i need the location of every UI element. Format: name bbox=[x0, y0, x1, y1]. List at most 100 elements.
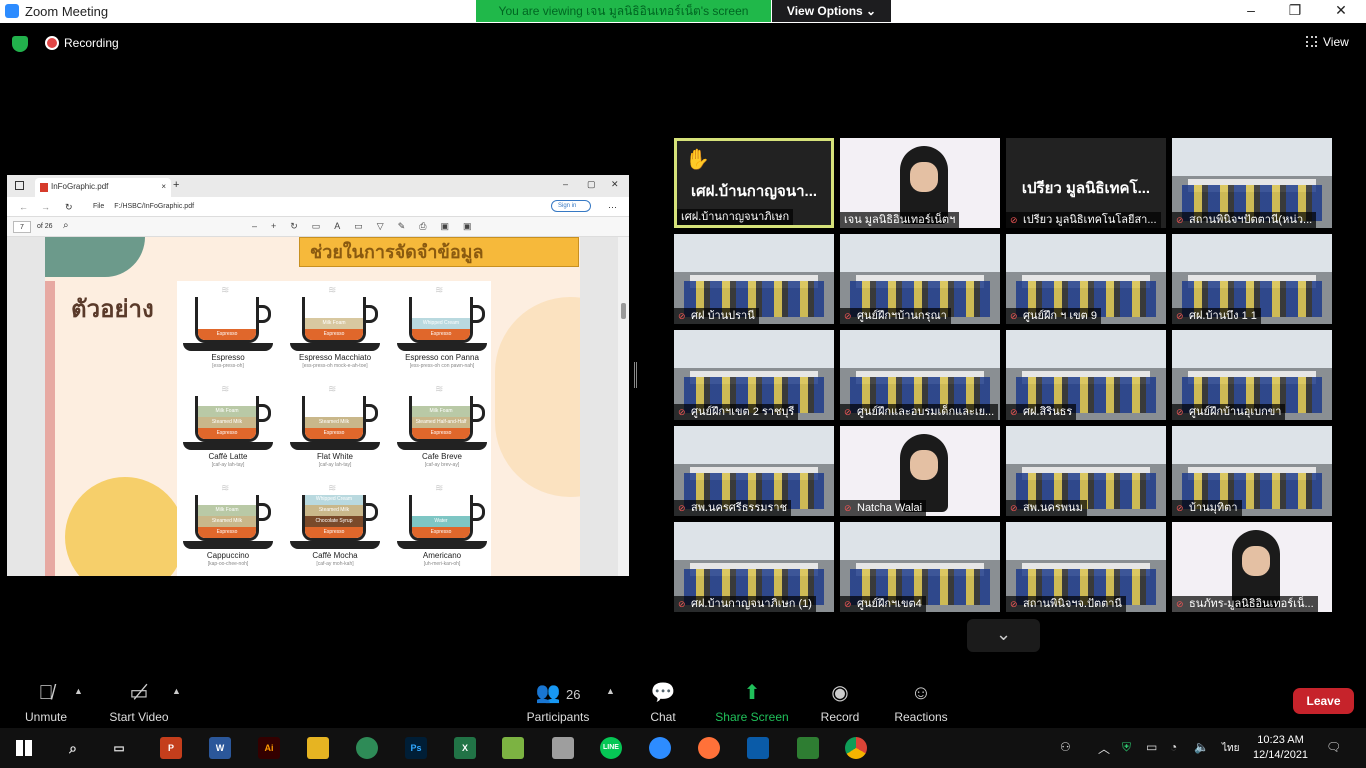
feedback-app-icon[interactable] bbox=[797, 737, 819, 759]
firefox-icon[interactable] bbox=[698, 737, 720, 759]
participant-name-label: ⊘ ศฝ บ้านปรานี bbox=[674, 308, 759, 324]
browser-close-button[interactable]: ✕ bbox=[611, 179, 619, 190]
cup-layer: Steamed Milk bbox=[198, 417, 256, 428]
participants-caret-icon[interactable]: ▲ bbox=[606, 686, 615, 696]
split-divider-handle[interactable] bbox=[634, 362, 637, 388]
notifications-icon[interactable]: 🗨 bbox=[1326, 740, 1341, 754]
forward-icon[interactable]: → bbox=[41, 202, 50, 212]
back-icon[interactable]: ← bbox=[19, 202, 28, 212]
cup-handle bbox=[257, 404, 271, 422]
excel-icon[interactable]: X bbox=[454, 737, 476, 759]
browser-minimize-button[interactable]: – bbox=[563, 179, 568, 189]
video-tile[interactable]: ⊘ ศูนย์ฝึกฯเขต4 bbox=[840, 522, 1000, 612]
pdf-tool-icons[interactable]: –+↻▭A▭▽✎⎙▣▣ bbox=[252, 221, 485, 232]
page-number-input[interactable]: 7 bbox=[13, 221, 31, 233]
audio-options-caret-icon[interactable]: ▲ bbox=[74, 686, 83, 696]
participant-name-label: ⊘ ศฝ.สิรินธร bbox=[1006, 404, 1077, 420]
chrome-icon[interactable] bbox=[845, 737, 867, 759]
refresh-icon[interactable]: ↻ bbox=[65, 202, 73, 213]
video-tile[interactable]: ⊘ สถานพินิจฯจ.ปัตตานี bbox=[1006, 522, 1166, 612]
browser-maximize-button[interactable]: ▢ bbox=[587, 179, 596, 190]
new-tab-button[interactable]: + bbox=[173, 179, 179, 191]
network-app-icon[interactable] bbox=[356, 737, 378, 759]
spreadsheet-app-icon[interactable] bbox=[502, 737, 524, 759]
reactions-button[interactable]: ☺ Reactions bbox=[892, 680, 950, 724]
cup-body: Milk Foam Steamed Milk Espresso bbox=[195, 396, 259, 442]
video-tile[interactable]: ⊘ ศูนย์ฝึกฯเขต 2 ราชบุรี bbox=[674, 330, 834, 420]
coffee-pronunciation: [ess-press-oh con pawn-nah] bbox=[409, 363, 475, 369]
shared-screen[interactable]: InFoGraphic.pdf × + – ▢ ✕ ← → ↻ File F:/H… bbox=[7, 175, 629, 576]
wifi-icon[interactable]: ◔ bbox=[1170, 740, 1177, 754]
illustrator-icon[interactable]: Ai bbox=[258, 737, 280, 759]
tab-close-icon[interactable]: × bbox=[161, 182, 166, 191]
video-tile[interactable]: ⊘ Natcha Walai bbox=[840, 426, 1000, 516]
recording-label[interactable]: Recording bbox=[64, 36, 119, 50]
battery-icon[interactable]: ▭ bbox=[1146, 740, 1157, 754]
video-tile[interactable]: เจน มูลนิธิอินเทอร์เน็ตฯ bbox=[840, 138, 1000, 228]
video-tile[interactable]: เศฝ.บ้านกาญจนา... ✋ เศฝ.บ้านกาญจนาภิเษก bbox=[674, 138, 834, 228]
input-language[interactable]: ไทย bbox=[1222, 741, 1239, 756]
search-icon[interactable]: ⌕ bbox=[63, 220, 69, 231]
video-tile[interactable]: ⊘ ศูนย์ฝึก ฯ เขต 9 bbox=[1006, 234, 1166, 324]
sign-in-button[interactable]: Sign in bbox=[551, 200, 592, 212]
video-tile[interactable]: ⊘ ศฝ บ้านปรานี bbox=[674, 234, 834, 324]
video-tile[interactable]: ⊘ สพ.นครพนม bbox=[1006, 426, 1166, 516]
windows-start-icon[interactable] bbox=[16, 740, 32, 756]
line-app-icon[interactable]: LINE bbox=[600, 737, 622, 759]
coffee-cup: ≋ Water Espresso Americano [uh-meri-kan-oh] bbox=[397, 483, 487, 576]
video-tile[interactable]: ⊘ ศฝ.บ้านบึง 1 1 bbox=[1172, 234, 1332, 324]
video-tile[interactable]: ⊘ สพ.นครศรีธรรมราช bbox=[674, 426, 834, 516]
view-button[interactable]: View bbox=[1306, 35, 1349, 49]
close-button[interactable]: ✕ bbox=[1326, 2, 1356, 20]
clock[interactable]: 10:23 AM 12/14/2021 bbox=[1253, 733, 1308, 763]
cup-handle bbox=[257, 305, 271, 323]
video-tile[interactable]: ⊘ ธนภัทร-มูลนิธิอินเทอร์เน็... bbox=[1172, 522, 1332, 612]
unmute-label: Unmute bbox=[24, 710, 68, 724]
video-tile[interactable]: ⊘ บ้านมุทิตา bbox=[1172, 426, 1332, 516]
minimize-button[interactable]: – bbox=[1236, 2, 1266, 20]
zoom-app-icon[interactable] bbox=[649, 737, 671, 759]
leave-button[interactable]: Leave bbox=[1293, 688, 1354, 714]
video-tile[interactable]: ⊘ สถานพินิจฯปัตตานี(หน่ว... bbox=[1172, 138, 1332, 228]
calculator-icon[interactable] bbox=[552, 737, 574, 759]
next-page-chevron-icon[interactable]: ⌄ bbox=[967, 619, 1040, 652]
start-video-button[interactable]: ▭̸ Start Video bbox=[104, 680, 174, 724]
maximize-button[interactable]: ❐ bbox=[1280, 2, 1310, 20]
more-icon[interactable]: ⋯ bbox=[608, 202, 617, 213]
people-icon[interactable]: ⚇ bbox=[1060, 740, 1071, 754]
video-tile[interactable]: เปรียว มูลนิธิเทคโ... ⊘ เปรียว มูลนิธิเทคโ… bbox=[1006, 138, 1166, 228]
video-tile[interactable]: ⊘ ศูนย์ฝึกฯบ้านกรุณา bbox=[840, 234, 1000, 324]
security-shield-icon[interactable] bbox=[12, 36, 28, 52]
video-options-caret-icon[interactable]: ▲ bbox=[172, 686, 181, 696]
record-button[interactable]: ◉ Record bbox=[818, 680, 862, 724]
unmute-button[interactable]: 🎙̸ Unmute bbox=[18, 680, 74, 724]
scrollbar-thumb[interactable] bbox=[621, 303, 626, 319]
video-tile[interactable]: ⊘ ศฝ.บ้านกาญจนาภิเษก (1) bbox=[674, 522, 834, 612]
share-screen-button[interactable]: ⬆ Share Screen bbox=[714, 680, 790, 724]
word-icon[interactable]: W bbox=[209, 737, 231, 759]
tab-actions-icon[interactable] bbox=[15, 181, 24, 190]
pdf-scrollbar[interactable] bbox=[618, 237, 629, 576]
chat-button[interactable]: 💬 Chat bbox=[644, 680, 682, 724]
search-icon[interactable]: ⌕ bbox=[62, 737, 84, 759]
participants-button[interactable]: 👥 26 Participants bbox=[522, 680, 594, 724]
pdf-viewer[interactable]: ช่วยในการจัดจำข้อมูล ตัวอย่าง ≋ Espresso E… bbox=[7, 237, 629, 576]
coffee-pronunciation: [ess-press-oh mock-e-ah-toe] bbox=[302, 363, 368, 369]
file-explorer-icon[interactable] bbox=[307, 737, 329, 759]
url-field[interactable]: File F:/HSBC/InFoGraphic.pdf bbox=[93, 203, 194, 210]
photoshop-icon[interactable]: Ps bbox=[405, 737, 427, 759]
tray-overflow-icon[interactable]: ︿ bbox=[1098, 740, 1110, 757]
volume-icon[interactable]: 🔈 bbox=[1194, 740, 1209, 754]
participant-name: สพ.นครพนม bbox=[1023, 502, 1083, 514]
coffee-name: Caffè Latte bbox=[208, 452, 248, 461]
video-tile[interactable]: ⊘ ศฝ.สิรินธร bbox=[1006, 330, 1166, 420]
pdf-toolbar: 7 of 26 ⌕ –+↻▭A▭▽✎⎙▣▣ bbox=[7, 217, 629, 237]
powerpoint-icon[interactable]: P bbox=[160, 737, 182, 759]
browser-tab[interactable]: InFoGraphic.pdf × bbox=[35, 178, 171, 197]
view-options-button[interactable]: View Options ⌄ bbox=[772, 0, 891, 22]
security-tray-icon[interactable]: ⛨ bbox=[1122, 740, 1131, 755]
edge-app-icon[interactable] bbox=[747, 737, 769, 759]
task-view-icon[interactable]: ▭ bbox=[108, 737, 130, 759]
video-tile[interactable]: ⊘ ศูนย์ฝึกและอบรมเด็กและเย... bbox=[840, 330, 1000, 420]
video-tile[interactable]: ⊘ ศูนย์ฝึกบ้านอุเบกขา bbox=[1172, 330, 1332, 420]
